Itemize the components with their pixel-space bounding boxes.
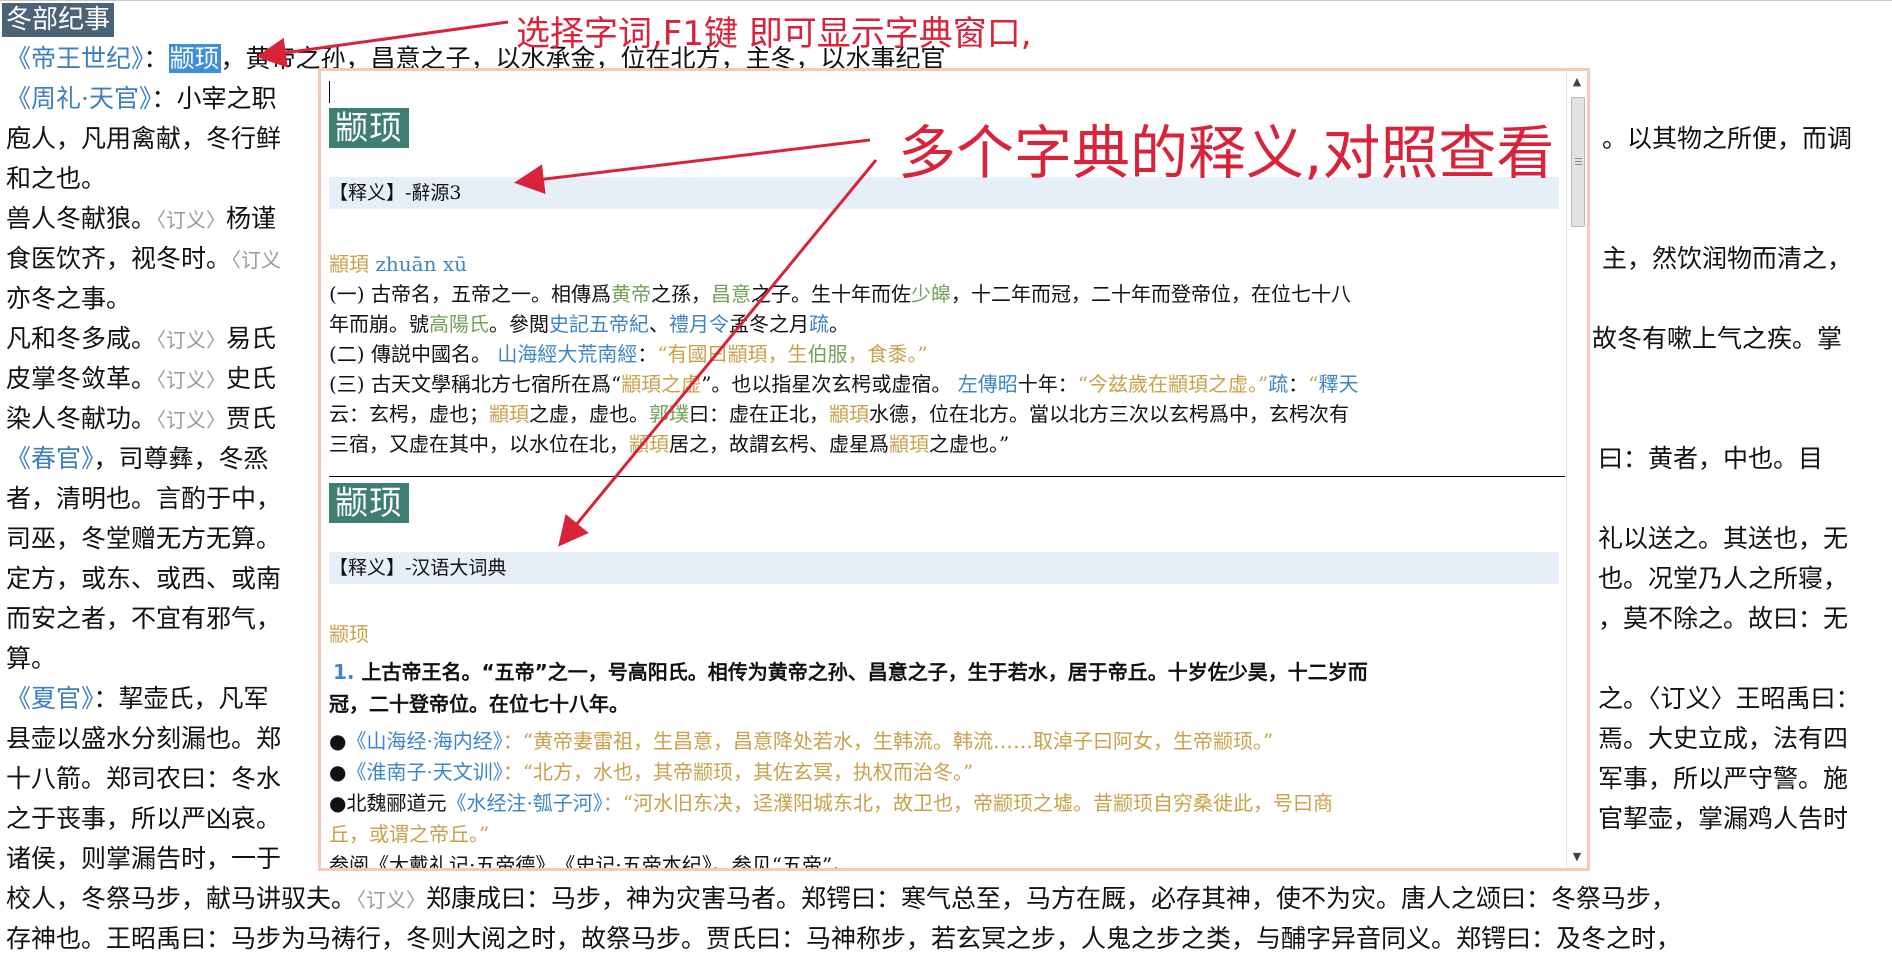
text-line: 食医饮齐，视冬时。〈订义 — [6, 244, 282, 273]
headword-badge: 颛顼 — [329, 108, 409, 148]
text-line: 皮掌冬敛革。〈订义〉史氏 — [6, 364, 277, 393]
popup-scrollbar[interactable]: ▲ ▼ — [1566, 71, 1587, 868]
sense-line: 云：玄枵，虚也；顓頊之虚，虚也。郭璞曰：虚在正北，顓頊水德，位在北方。當以北方三… — [329, 402, 1349, 426]
pinyin: zhuān xū — [375, 252, 467, 276]
book-link[interactable]: 《帝王世纪》 — [6, 44, 144, 73]
text-line: 染人冬献功。〈订义〉贾氏 — [6, 404, 277, 433]
text-line: 算。 — [6, 644, 57, 673]
citation-line: ●《山海经·海内经》：“黄帝妻雷祖，生昌意，昌意降处若水，生韩流。韩流……取淖子… — [329, 729, 1274, 753]
book-link[interactable]: 《周礼·天官》 — [6, 84, 151, 113]
text-line: 诸侯，则掌漏告时，一于 — [6, 844, 282, 873]
entry-separator — [329, 476, 1565, 477]
text-line: 司巫，冬堂赠无方无算。 — [6, 524, 282, 553]
text-line: 县壶以盛水分刻漏也。郑 — [6, 724, 282, 753]
citation-line: ●北魏郦道元《水经注·瓠子河》：“河水旧东决，迳濮阳城东北，故卫也，帝颛顼之墟。… — [329, 791, 1334, 815]
selected-word[interactable]: 颛顼 — [168, 44, 221, 73]
text-line[interactable]: 《周礼·天官》：小宰之职 — [6, 84, 276, 114]
sense-line: (一) 古帝名，五帝之一。相傳爲黄帝之孫，昌意之子。生十年而佐少皞，十二年而冠，… — [329, 282, 1351, 306]
text-fragment: 主，然饮润物而清之， — [1602, 244, 1853, 273]
text-fragment: ，莫不除之。故曰：无 — [1598, 604, 1849, 633]
scrollbar-thumb[interactable] — [1571, 97, 1585, 227]
text-line: 和之也。 — [6, 164, 107, 193]
text-fragment: 也。况堂乃人之所寝， — [1598, 564, 1849, 593]
annotation-middle: 多个字典的释义,对照查看 — [898, 119, 1555, 187]
text-line: 而安之者，不宜有邪气， — [6, 604, 282, 633]
scroll-down-arrow-icon[interactable]: ▼ — [1567, 848, 1587, 866]
text-fragment: 故冬有嗽上气之疾。掌 — [1592, 324, 1843, 353]
text-line: 十八箭。郑司农曰：冬水 — [6, 764, 282, 793]
text-line: 者，清明也。言酌于中， — [6, 484, 282, 513]
text-fragment: 军事，所以严守警。施 — [1598, 764, 1849, 793]
text-line: 校人，冬祭马步，献马讲驭夫。〈订义〉郑康成曰：马步，神为灾害马者。郑锷曰：寒气总… — [6, 884, 1677, 913]
text-caret — [329, 81, 330, 103]
book-link[interactable]: 《夏官》 — [6, 684, 94, 713]
text-line: 之于丧事，所以严凶哀。 — [6, 804, 282, 833]
text-fragment: 曰：黄者，中也。目 — [1598, 444, 1824, 473]
scroll-up-arrow-icon[interactable]: ▲ — [1567, 73, 1587, 91]
sense-line: 冠，二十登帝位。在位七十八年。 — [329, 692, 629, 716]
text-line: 存神也。王昭禹曰：马步为马祷行，冬则大阅之时，故祭马步。贾氏曰：马神称步，若玄冥… — [6, 924, 1682, 953]
headword-badge: 颛顼 — [329, 483, 409, 523]
text-fragment: 焉。大史立成，法有四 — [1598, 724, 1849, 753]
sense-line: (三) 古天文學稱北方七宿所在爲“顓頊之虚”。也以指星次玄枵或虚宿。 左傳昭十年… — [329, 372, 1359, 396]
document-title: 冬部纪事 — [2, 3, 115, 37]
dictionary-source-bar: 【释义】-汉语大词典 — [329, 552, 1559, 584]
citation-line-cutoff: 参阅《大戴礼记·五帝德》、《史记·五帝本纪》。参见“五帝”。 — [329, 853, 853, 871]
text-line[interactable]: 《春官》，司尊彝，冬烝 — [6, 444, 269, 474]
text-fragment: 礼以送之。其送也，无 — [1598, 524, 1849, 553]
sense-line: 1. 上古帝王名。“五帝”之一，号高阳氏。相传为黄帝之孙、昌意之子，生于若水，居… — [333, 660, 1368, 684]
sense-line: (二) 傳説中國名。 山海經大荒南經：“有國曰顓頊，生伯服，食黍。” — [329, 342, 928, 366]
text-line: 亦冬之事。 — [6, 284, 132, 313]
text-line: 定方，或东、或西、或南 — [6, 564, 282, 593]
text-fragment: 。以其物之所便，而调 — [1602, 124, 1853, 153]
text-fragment: 之。〈订义〉王昭禹曰： — [1598, 684, 1861, 713]
citation-line: ●《淮南子·天文训》：“北方，水也，其帝颛顼，其佐玄冥，执权而治冬。” — [329, 760, 974, 784]
dictionary-name: -汉语大词典 — [405, 557, 507, 579]
text-line: 庖人，凡用禽献，冬行鲜 — [6, 124, 282, 153]
entry-word-line: 顓頊 zhuān xū — [329, 252, 467, 276]
entry-word-line: 颛顼 — [329, 622, 369, 646]
top-border — [0, 0, 1892, 1]
text-line[interactable]: 《夏官》：挈壶氏，凡军 — [6, 684, 269, 714]
text-line: 兽人冬献狼。〈订义〉杨谨 — [6, 204, 277, 233]
sense-line: 年而崩。號高陽氏。參閲史記五帝紀、禮月令孟冬之月疏。 — [329, 312, 849, 336]
citation-line: 丘，或谓之帝丘。” — [329, 822, 490, 846]
dictionary-name: -辭源3 — [405, 182, 462, 204]
text-line: 凡和冬多咸。〈订义〉易氏 — [6, 324, 277, 353]
text-fragment: 官挈壶，掌漏鸡人告时 — [1598, 804, 1849, 833]
book-link[interactable]: 《春官》 — [6, 444, 94, 473]
annotation-top: 选择字词,F1键 即可显示字典窗口, — [516, 14, 1032, 54]
sense-line: 三宿，又虚在其中，以水位在北，顓頊居之，故謂玄枵、虚星爲顓頊之虚也。” — [329, 432, 1010, 456]
